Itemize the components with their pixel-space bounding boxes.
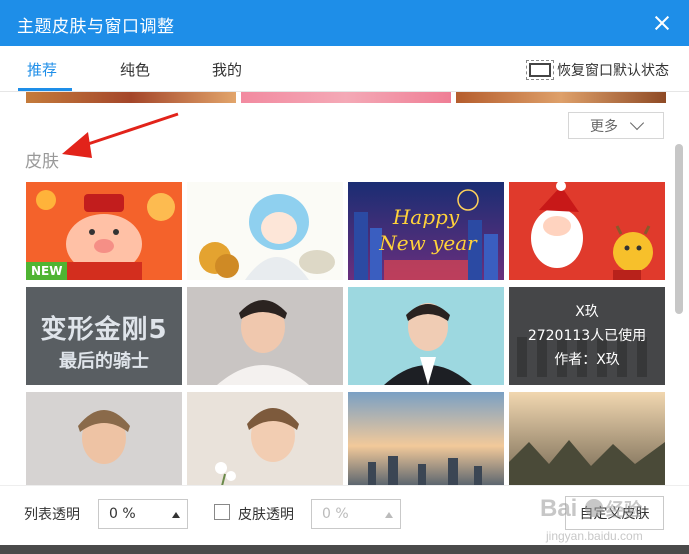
previous-row-thumbnail[interactable] (456, 92, 666, 103)
background-window-strip (0, 545, 689, 554)
tile-title-line2: 最后的骑士 (59, 351, 149, 372)
skin-tile-city-sunset[interactable] (348, 392, 504, 485)
skin-list-panel[interactable]: 更多 皮肤 NEW Happy New year 变形金刚5 最后的骑士 X玖 … (0, 92, 689, 485)
skin-transparency-value: 0 % (322, 506, 349, 522)
previous-row-thumbnail[interactable] (26, 92, 236, 103)
tile-title-line1: 变形金刚5 (40, 315, 168, 345)
svg-text:Happy: Happy (392, 205, 460, 229)
section-title: 皮肤 (25, 152, 59, 172)
scrollbar-thumb[interactable] (675, 144, 683, 314)
skin-transparency-select[interactable]: 0 % (311, 499, 401, 529)
skin-tile-transformers-5[interactable]: 变形金刚5 最后的骑士 (26, 287, 182, 385)
skin-tile-young-man-portrait[interactable] (26, 392, 182, 485)
tab-mine[interactable]: 我的 (212, 59, 242, 80)
window-title: 主题皮肤与窗口调整 (17, 17, 175, 37)
restore-default-button[interactable]: 恢复窗口默认状态 (526, 60, 669, 80)
tab-recommended[interactable]: 推荐 (27, 59, 57, 80)
active-tab-indicator (18, 88, 72, 91)
skin-info-overlay: X玖 2720113人已使用 作者：X玖 (509, 287, 665, 385)
skin-usage-count: 2720113人已使用 (527, 328, 647, 344)
skin-name: X玖 (575, 304, 599, 320)
svg-text:New year: New year (378, 231, 478, 255)
custom-skin-label: 自定义皮肤 (579, 506, 650, 522)
skin-tile-happy-new-year[interactable]: Happy New year (348, 182, 504, 280)
skin-author: 作者：X玖 (554, 352, 620, 368)
window-restore-icon (526, 60, 554, 80)
tab-solid-color[interactable]: 纯色 (120, 59, 150, 80)
skin-tile-forest-sunrise[interactable] (509, 392, 665, 485)
title-bar: 主题皮肤与窗口调整 (0, 0, 689, 46)
bottom-toolbar: 列表透明 0 % 皮肤透明 0 % 自定义皮肤 (0, 485, 689, 545)
more-label: 更多 (590, 118, 618, 135)
caret-up-icon (385, 512, 393, 518)
close-icon[interactable] (653, 14, 671, 32)
caret-up-icon (172, 512, 180, 518)
more-button[interactable]: 更多 (568, 112, 664, 139)
previous-row-thumbnail[interactable] (241, 92, 451, 103)
list-transparency-select[interactable]: 0 % (98, 499, 188, 529)
skin-transparency-checkbox[interactable] (214, 504, 230, 520)
list-transparency-label: 列表透明 (24, 507, 80, 523)
new-badge: NEW (26, 262, 68, 280)
restore-default-label: 恢复窗口默认状态 (557, 63, 669, 79)
skin-tile-young-man-flowers[interactable] (187, 392, 343, 485)
skin-transparency-label: 皮肤透明 (238, 507, 294, 523)
skin-tile-x-jiu[interactable]: X玖 2720113人已使用 作者：X玖 (509, 287, 665, 385)
skin-tile-celebrity-white-shirt[interactable] (187, 287, 343, 385)
skin-tile-celebrity-suit[interactable] (348, 287, 504, 385)
skin-tile-cat-girl-cartoon[interactable] (187, 182, 343, 280)
list-transparency-value: 0 % (109, 506, 136, 522)
chevron-down-icon (629, 115, 645, 130)
skin-tile-santa-and-reindeer[interactable] (509, 182, 665, 280)
tab-bar: 推荐 纯色 我的 恢复窗口默认状态 (0, 46, 689, 92)
skin-tile-pig-god-of-wealth[interactable]: NEW (26, 182, 182, 280)
custom-skin-button[interactable]: 自定义皮肤 (565, 496, 664, 530)
